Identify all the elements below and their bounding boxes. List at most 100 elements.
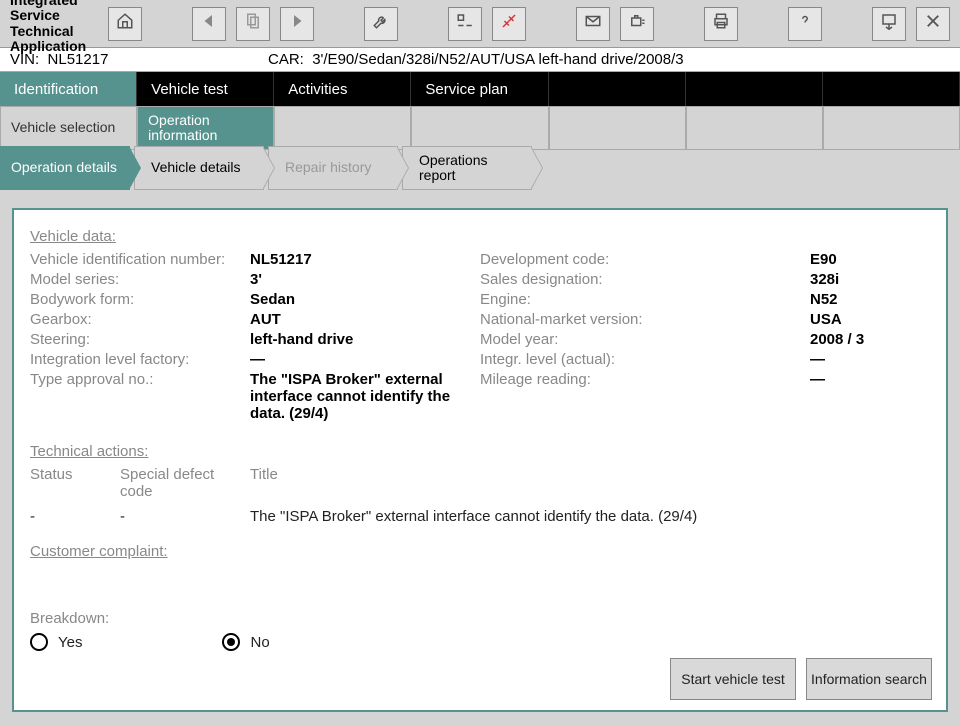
mail-button[interactable] bbox=[576, 7, 610, 41]
top-bar: Integrated Service Technical Application bbox=[0, 0, 960, 48]
step-repair-history[interactable]: Repair history bbox=[268, 146, 398, 190]
tab-vehicle-test[interactable]: Vehicle test bbox=[137, 72, 274, 106]
section-breakdown: Breakdown: bbox=[30, 610, 930, 627]
label-model-year: Model year: bbox=[480, 331, 810, 348]
car-display: CAR: 3'/E90/Sedan/328i/N52/AUT/USA left-… bbox=[268, 51, 950, 68]
minimize-icon bbox=[880, 12, 898, 35]
vin-display: VIN: NL51217 bbox=[10, 51, 250, 68]
print-icon bbox=[712, 12, 730, 35]
subtab-empty bbox=[274, 106, 411, 150]
col-special-defect-code: Special defect code bbox=[120, 466, 250, 500]
sub-tabs: Vehicle selection Operation information bbox=[0, 106, 960, 140]
radio-dot-icon bbox=[227, 638, 235, 646]
step-vehicle-details[interactable]: Vehicle details bbox=[134, 146, 264, 190]
app-root: Integrated Service Technical Application bbox=[0, 0, 960, 726]
cell-title: The "ISPA Broker" external interface can… bbox=[250, 508, 930, 525]
tab-identification[interactable]: Identification bbox=[0, 72, 137, 106]
subtab-empty bbox=[823, 106, 960, 150]
label-sales-designation: Sales designation: bbox=[480, 271, 810, 288]
value-gearbox: AUT bbox=[250, 311, 480, 328]
label-bodywork: Bodywork form: bbox=[30, 291, 250, 308]
tools-button[interactable] bbox=[364, 7, 398, 41]
value-sales-designation: 328i bbox=[810, 271, 930, 288]
information-search-button[interactable]: Information search bbox=[806, 658, 932, 700]
tab-service-plan[interactable]: Service plan bbox=[411, 72, 548, 106]
cell-special-defect-code: - bbox=[120, 508, 250, 525]
value-national-market: USA bbox=[810, 311, 930, 328]
nav-forward-button[interactable] bbox=[280, 7, 314, 41]
value-steering: left-hand drive bbox=[250, 331, 480, 348]
label-type-approval: Type approval no.: bbox=[30, 371, 250, 422]
label-engine: Engine: bbox=[480, 291, 810, 308]
label-vin: Vehicle identification number: bbox=[30, 251, 250, 268]
label-model-series: Model series: bbox=[30, 271, 250, 288]
cell-status: - bbox=[30, 508, 120, 525]
subtab-vehicle-selection[interactable]: Vehicle selection bbox=[0, 106, 137, 150]
value-integration-level-factory: — bbox=[250, 351, 480, 368]
section-vehicle-data: Vehicle data: bbox=[30, 228, 930, 245]
connection-button[interactable] bbox=[492, 7, 526, 41]
main-tabs: Identification Vehicle test Activities S… bbox=[0, 72, 960, 106]
tab-empty bbox=[549, 72, 686, 106]
breakdown-yes-label: Yes bbox=[58, 634, 82, 651]
label-integration-level-factory: Integration level factory: bbox=[30, 351, 250, 368]
battery-button[interactable] bbox=[620, 7, 654, 41]
measure-icon bbox=[456, 12, 474, 35]
label-mileage: Mileage reading: bbox=[480, 371, 810, 388]
value-integration-level-actual: — bbox=[810, 351, 930, 368]
breakdown-yes[interactable]: Yes bbox=[30, 633, 82, 651]
label-gearbox: Gearbox: bbox=[30, 311, 250, 328]
print-button[interactable] bbox=[704, 7, 738, 41]
value-model-series: 3' bbox=[250, 271, 480, 288]
tab-activities[interactable]: Activities bbox=[274, 72, 411, 106]
nav-back-button[interactable] bbox=[192, 7, 226, 41]
value-mileage: — bbox=[810, 371, 930, 388]
radio-circle-icon bbox=[30, 633, 48, 651]
help-icon bbox=[796, 12, 814, 35]
subtab-empty bbox=[549, 106, 686, 150]
step-operations-report[interactable]: Operations report bbox=[402, 146, 532, 190]
section-customer-complaint: Customer complaint: bbox=[30, 543, 930, 560]
label-steering: Steering: bbox=[30, 331, 250, 348]
help-button[interactable] bbox=[788, 7, 822, 41]
value-bodywork: Sedan bbox=[250, 291, 480, 308]
tech-actions-row: - - The "ISPA Broker" external interface… bbox=[30, 508, 930, 525]
app-title-line2: Technical Application bbox=[10, 24, 98, 55]
app-title-line1: Integrated Service bbox=[10, 0, 98, 24]
subtab-empty bbox=[686, 106, 823, 150]
start-vehicle-test-button[interactable]: Start vehicle test bbox=[670, 658, 796, 700]
minimize-button[interactable] bbox=[872, 7, 906, 41]
section-technical-actions: Technical actions: bbox=[30, 443, 930, 460]
mail-icon bbox=[584, 12, 602, 35]
arrow-left-icon bbox=[200, 12, 218, 35]
subtab-empty bbox=[411, 106, 548, 150]
label-national-market: National-market version: bbox=[480, 311, 810, 328]
plug-icon bbox=[500, 12, 518, 35]
subtab-operation-information[interactable]: Operation information bbox=[137, 106, 274, 150]
content-panel: Vehicle data: Vehicle identification num… bbox=[12, 208, 948, 712]
label-dev-code: Development code: bbox=[480, 251, 810, 268]
home-button[interactable] bbox=[108, 7, 142, 41]
measure-button[interactable] bbox=[448, 7, 482, 41]
footer-buttons: Start vehicle test Information search bbox=[670, 658, 932, 700]
value-dev-code: E90 bbox=[810, 251, 930, 268]
close-icon bbox=[924, 12, 942, 35]
step-operation-details[interactable]: Operation details bbox=[0, 146, 130, 190]
tab-empty bbox=[823, 72, 960, 106]
value-model-year: 2008 / 3 bbox=[810, 331, 930, 348]
documents-button[interactable] bbox=[236, 7, 270, 41]
value-vin: NL51217 bbox=[250, 251, 480, 268]
documents-icon bbox=[244, 12, 262, 35]
close-button[interactable] bbox=[916, 7, 950, 41]
battery-icon bbox=[628, 12, 646, 35]
breakdown-no[interactable]: No bbox=[222, 633, 269, 651]
arrow-right-icon bbox=[288, 12, 306, 35]
value-type-approval: The "ISPA Broker" external interface can… bbox=[250, 371, 480, 422]
value-engine: N52 bbox=[810, 291, 930, 308]
col-title: Title bbox=[250, 466, 930, 500]
toolbar bbox=[108, 7, 960, 41]
vehicle-data-grid: Vehicle identification number:NL51217 Mo… bbox=[30, 251, 930, 425]
col-status: Status bbox=[30, 466, 120, 500]
breakdown-no-label: No bbox=[250, 634, 269, 651]
info-bar: VIN: NL51217 CAR: 3'/E90/Sedan/328i/N52/… bbox=[0, 48, 960, 72]
